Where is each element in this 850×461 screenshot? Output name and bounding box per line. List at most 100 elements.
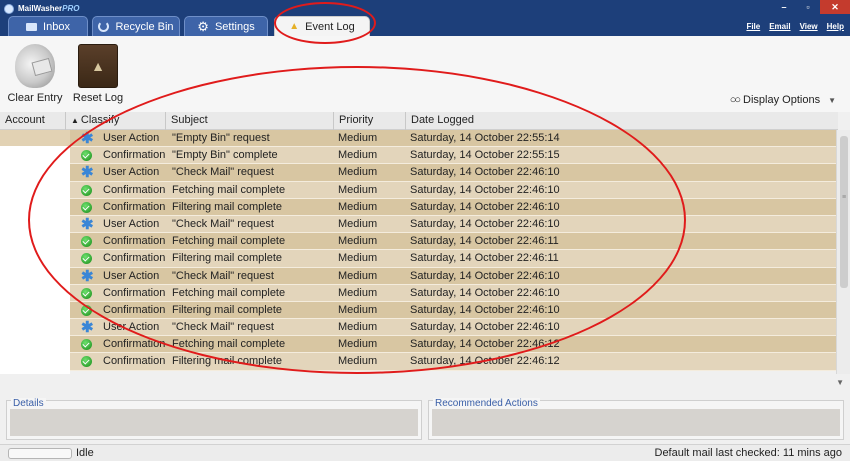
close-button[interactable]: ✕ xyxy=(820,0,850,14)
details-body xyxy=(10,409,418,436)
cell-subject: "Check Mail" request xyxy=(172,321,274,334)
cell-classify: Confirmation xyxy=(103,338,166,351)
cell-date-logged: Saturday, 14 October 22:46:12 xyxy=(410,338,560,351)
tab-settings-label: Settings xyxy=(214,20,255,33)
tab-recycle-bin-label: Recycle Bin xyxy=(115,20,174,33)
recommended-actions-body xyxy=(432,409,840,436)
column-date-logged-label: Date Logged xyxy=(411,114,474,126)
tab-inbox[interactable]: Inbox xyxy=(8,16,88,36)
cell-classify: Confirmation xyxy=(103,183,166,196)
column-date-logged[interactable]: Date Logged xyxy=(406,112,838,130)
clear-entry-button[interactable]: Clear Entry xyxy=(4,44,66,104)
display-options-button[interactable]: ○○ Display Options ▼ xyxy=(730,94,836,106)
table-row[interactable]: Confirmation "Empty Bin" complete Medium Sa… xyxy=(70,147,836,165)
column-classify[interactable]: ▲ Classify xyxy=(66,112,166,130)
cell-date-logged: Saturday, 14 October 22:46:11 xyxy=(410,252,559,265)
cell-classify: User Action xyxy=(103,132,160,144)
cell-priority: Medium xyxy=(338,217,378,230)
toolbar: Clear Entry Reset Log ○○ Display Options… xyxy=(0,36,850,112)
confirmation-check-icon xyxy=(81,201,92,213)
column-priority[interactable]: Priority xyxy=(334,112,406,130)
menu-help[interactable]: Help xyxy=(827,22,844,31)
grid-header: Account ▲ Classify Subject Priority Date … xyxy=(0,112,838,130)
maximize-button[interactable]: ▫ xyxy=(796,0,820,14)
cell-classify: Confirmation xyxy=(103,355,166,368)
table-row[interactable]: Confirmation Fetching mail complete Medium… xyxy=(70,181,836,199)
table-row[interactable]: ✱ User Action "Empty Bin" request Medium Sat… xyxy=(70,130,836,148)
minimize-button[interactable]: – xyxy=(772,0,796,14)
cell-date-logged: Saturday, 14 October 22:46:10 xyxy=(410,303,560,316)
cell-subject: Fetching mail complete xyxy=(172,235,286,248)
confirmation-check-icon xyxy=(81,236,92,248)
app-logo-icon xyxy=(4,3,14,14)
reset-log-button[interactable]: Reset Log xyxy=(67,44,129,104)
account-pane xyxy=(0,130,70,374)
glasses-icon: ○○ xyxy=(729,94,741,106)
cell-classify: User Action xyxy=(103,217,160,230)
cell-classify: User Action xyxy=(103,269,160,282)
user-action-star-icon: ✱ xyxy=(81,267,94,285)
column-account[interactable]: Account xyxy=(0,112,66,130)
table-row[interactable]: ✱ User Action "Check Mail" request Medium Sa… xyxy=(70,319,836,337)
column-account-label: Account xyxy=(5,114,45,126)
cell-priority: Medium xyxy=(338,303,378,316)
vertical-scrollbar[interactable]: ≡ xyxy=(836,130,850,374)
cell-priority: Medium xyxy=(338,200,378,213)
app-title-suffix: PRO xyxy=(62,4,80,13)
cell-priority: Medium xyxy=(338,269,378,282)
menu-email[interactable]: Email xyxy=(769,22,790,31)
account-row[interactable] xyxy=(0,130,70,146)
display-options-label: Display Options xyxy=(743,94,821,106)
column-subject[interactable]: Subject xyxy=(166,112,334,130)
cell-subject: Filtering mail complete xyxy=(172,355,283,368)
table-row[interactable]: Confirmation Filtering mail complete Mediu… xyxy=(70,301,836,320)
tab-recycle-bin[interactable]: Recycle Bin xyxy=(92,16,180,36)
table-row[interactable]: Confirmation Filtering mail complete Mediu… xyxy=(70,198,836,216)
table-row[interactable]: ✱ User Action "Check Mail" request Medium Sa… xyxy=(70,164,836,182)
reset-log-label: Reset Log xyxy=(72,92,124,104)
tab-event-log[interactable]: ▲ Event Log xyxy=(274,16,370,36)
cell-classify: User Action xyxy=(103,166,160,179)
expand-down-icon[interactable]: ▼ xyxy=(836,378,844,387)
table-row[interactable]: Confirmation Fetching mail complete Medium… xyxy=(70,336,836,354)
cell-subject: "Empty Bin" complete xyxy=(172,149,278,162)
table-row[interactable]: ✱ User Action "Check Mail" request Medium Sa… xyxy=(70,267,836,285)
cell-date-logged: Saturday, 14 October 22:46:10 xyxy=(410,286,560,299)
reset-log-icon xyxy=(78,44,118,88)
user-action-star-icon: ✱ xyxy=(81,319,94,337)
menu-file[interactable]: File xyxy=(746,22,760,31)
tab-inbox-label: Inbox xyxy=(43,20,70,33)
cell-subject: Filtering mail complete xyxy=(172,200,283,213)
details-pane: Details xyxy=(6,398,422,440)
confirmation-check-icon xyxy=(81,253,92,265)
cell-priority: Medium xyxy=(338,132,378,144)
user-action-star-icon: ✱ xyxy=(81,130,94,147)
cell-classify: Confirmation xyxy=(103,235,166,248)
cell-date-logged: Saturday, 14 October 22:46:10 xyxy=(410,183,560,196)
cell-subject: Filtering mail complete xyxy=(172,303,283,316)
table-row[interactable]: Confirmation Filtering mail complete Mediu… xyxy=(70,353,836,371)
cell-subject: "Empty Bin" request xyxy=(172,132,270,144)
splitter-bar[interactable]: ▼ xyxy=(0,374,850,392)
app-title-main: MailWasher xyxy=(18,4,63,13)
table-row[interactable]: Confirmation Fetching mail complete Medium… xyxy=(70,233,836,251)
recommended-actions-pane: Recommended Actions xyxy=(428,398,844,440)
cell-priority: Medium xyxy=(338,235,378,248)
cell-date-logged: Saturday, 14 October 22:46:10 xyxy=(410,321,560,334)
menu-view[interactable]: View xyxy=(800,22,818,31)
confirmation-check-icon xyxy=(81,304,92,316)
table-row[interactable]: ✱ User Action "Check Mail" request Medium Sa… xyxy=(70,215,836,234)
cell-classify: Confirmation xyxy=(103,286,166,299)
cell-subject: Fetching mail complete xyxy=(172,183,286,196)
tab-settings[interactable]: ⚙ Settings xyxy=(184,16,268,36)
cell-subject: Fetching mail complete xyxy=(172,286,286,299)
menu-bar: File Email View Help xyxy=(746,22,844,31)
recommended-actions-title: Recommended Actions xyxy=(433,398,540,409)
cell-priority: Medium xyxy=(338,149,378,162)
table-row[interactable]: Confirmation Filtering mail complete Mediu… xyxy=(70,250,836,268)
title-bar: MailWasher PRO – ▫ ✕ Inbox Recycle Bin ⚙ … xyxy=(0,0,850,36)
cell-classify: Confirmation xyxy=(103,252,166,265)
table-row[interactable]: Confirmation Fetching mail complete Medium… xyxy=(70,284,836,302)
scrollbar-thumb[interactable] xyxy=(840,136,848,288)
cell-priority: Medium xyxy=(338,166,378,179)
